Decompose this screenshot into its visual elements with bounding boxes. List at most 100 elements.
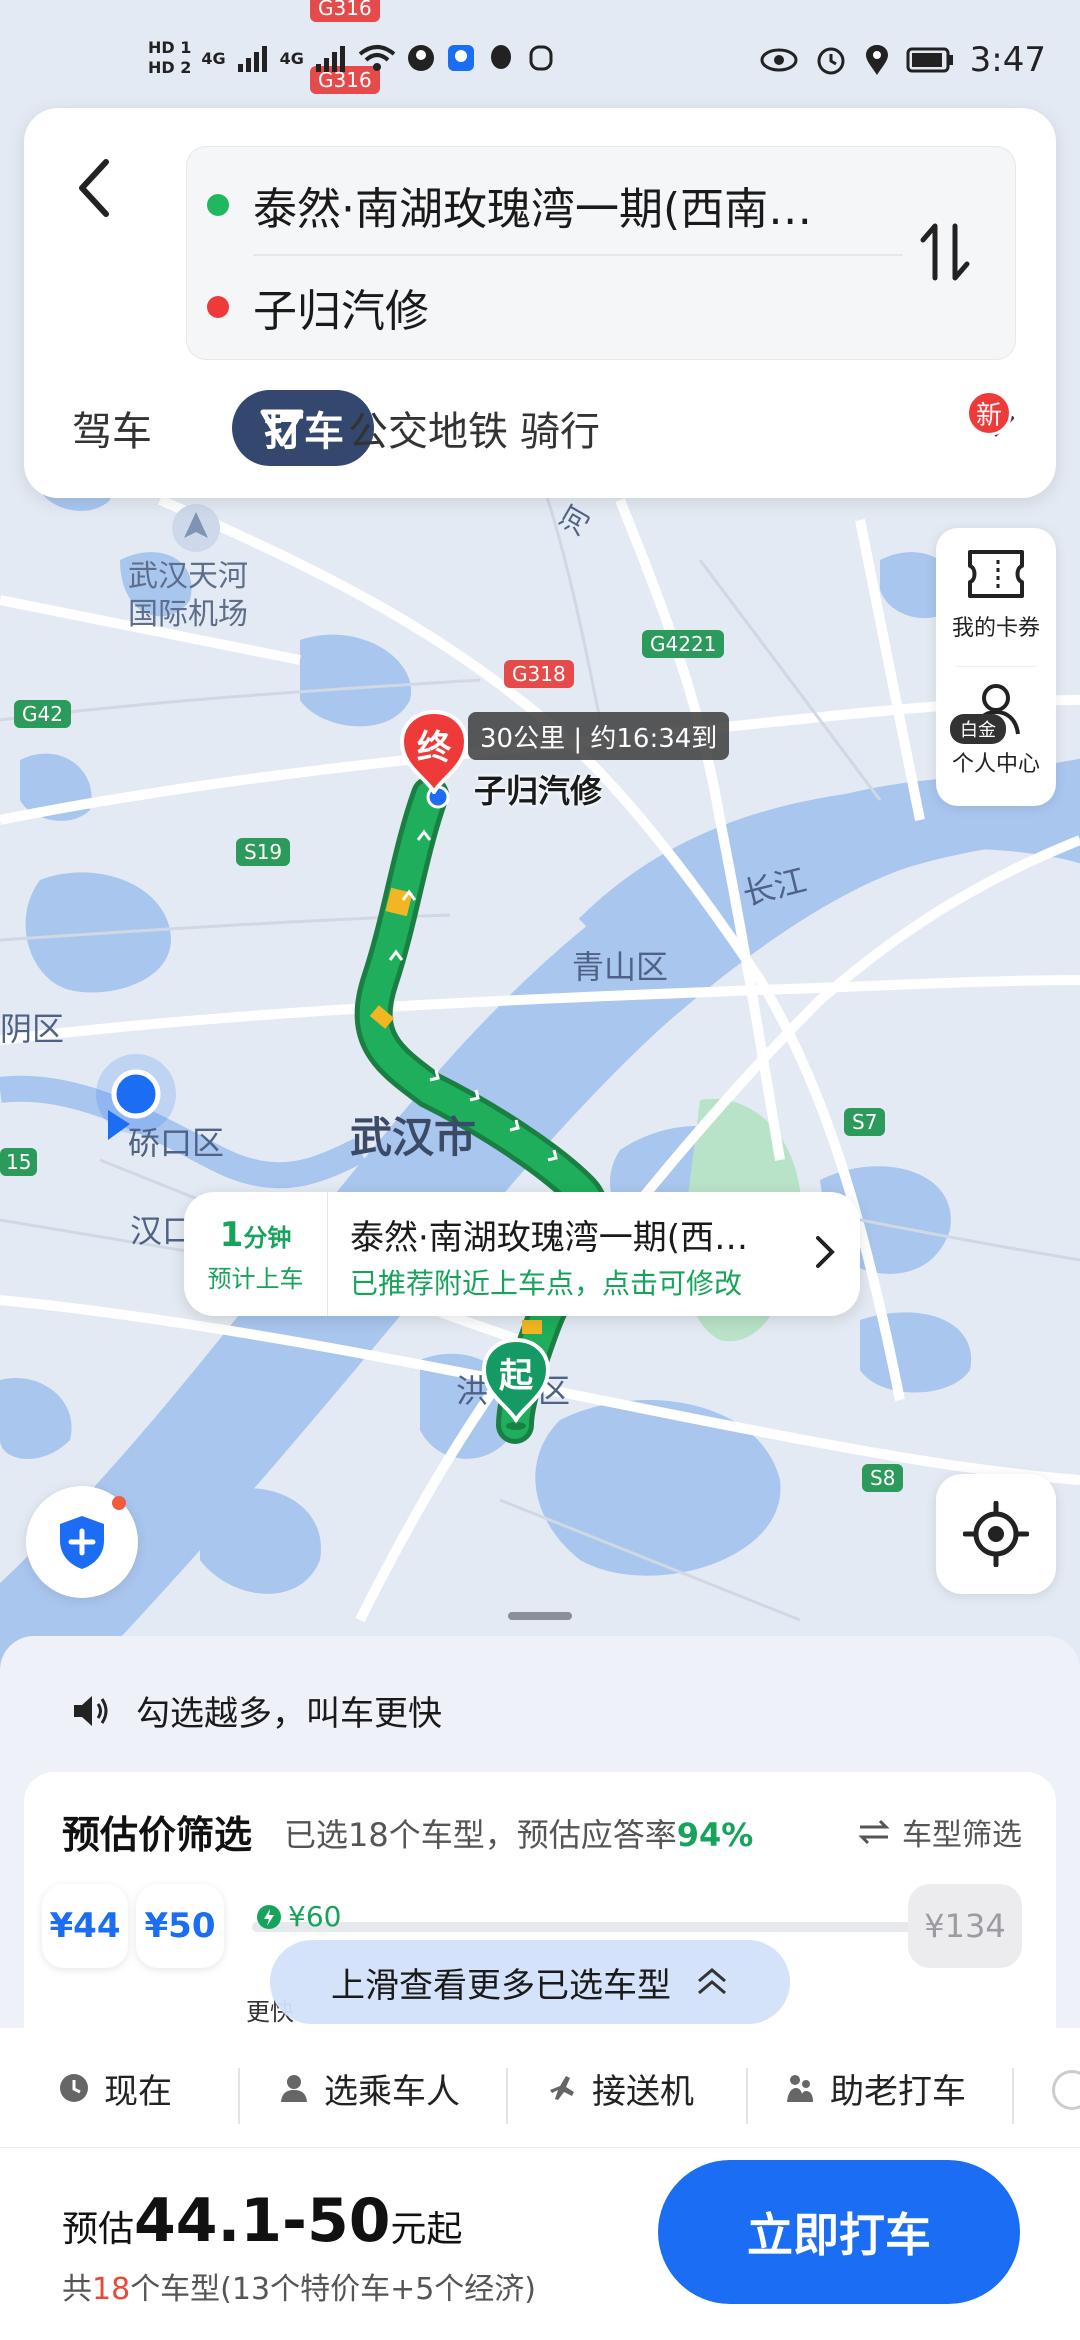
my-coupons-button[interactable]: 我的卡券 <box>936 546 1056 642</box>
call-car-button[interactable]: 立即打车 <box>658 2160 1020 2304</box>
origin-dot <box>207 194 229 216</box>
option-airport-label: 接送机 <box>592 2071 694 2112</box>
start-marker[interactable]: 起 <box>480 1336 552 1432</box>
locate-me-button[interactable] <box>936 1474 1056 1594</box>
clock-icon <box>60 2074 88 2102</box>
pickup-point-card[interactable]: 1分钟 预计上车 泰然·南湖玫瑰湾一期(西… 已推荐附近上车点，点击可修改 <box>184 1192 860 1316</box>
price-chip-50[interactable]: ¥50 <box>136 1884 224 1968</box>
ride-options-row: 现在 选乘车人 接送机 助老打车 <box>0 2028 1080 2148</box>
swipe-up-tip[interactable]: 上滑查看更多已选车型 <box>270 1940 790 2024</box>
option-passenger-label: 选乘车人 <box>324 2071 460 2112</box>
profile-button[interactable]: 个人中心 白金 <box>936 678 1056 778</box>
price-slider-track[interactable] <box>252 1922 912 1932</box>
eye-icon <box>760 48 798 72</box>
swap-icon <box>920 223 970 281</box>
airport-label: 武汉天河 国际机场 <box>128 558 248 634</box>
signal-icon <box>237 46 267 72</box>
chevron-left-icon <box>79 159 109 217</box>
estimate-range: 44.1-50 <box>134 2186 391 2256</box>
estimate-prefix: 预估 <box>62 2209 135 2250</box>
sheet-drag-handle[interactable] <box>508 1612 572 1620</box>
hand-status-icon <box>529 45 553 71</box>
hd1-label: HD 1 <box>148 38 192 57</box>
option-passenger[interactable]: 选乘车人 <box>278 2058 460 2118</box>
swap-route-button[interactable] <box>905 207 985 297</box>
origin-text: 泰然·南湖玫瑰湾一期(西南… <box>253 184 813 235</box>
profile-label: 个人中心 <box>951 752 1040 777</box>
price-chip-134[interactable]: ¥134 <box>908 1884 1022 1968</box>
alarm-icon <box>817 47 845 75</box>
my-coupons-label: 我的卡券 <box>951 616 1040 641</box>
airport-label-line1: 武汉天河 <box>128 559 248 594</box>
option-airport[interactable]: 接送机 <box>546 2058 694 2118</box>
lake <box>300 634 412 727</box>
option-divider <box>506 2068 508 2124</box>
double-chevron-up-icon <box>698 1968 726 1995</box>
airport-label-line2: 国际机场 <box>128 597 248 632</box>
clock: 3:47 <box>969 40 1046 80</box>
hd2-label: HD 2 <box>148 58 192 77</box>
plane-icon <box>550 2076 574 2100</box>
tip-text: 勾选越多，叫车更快 <box>136 1694 442 1734</box>
route-traffic-yellow <box>522 1320 542 1334</box>
bolt-icon <box>257 1904 281 1929</box>
price-filter-summary: 已选18个车型，预估应答率94% <box>284 1810 753 1856</box>
taxi-logo-icon <box>260 409 304 447</box>
option-divider <box>238 2068 240 2124</box>
road-shield-g4221: G4221 <box>642 630 725 658</box>
tab-drive[interactable]: 驾车 <box>72 390 152 466</box>
district-label-qiaokou: 硚口区 <box>128 1124 225 1162</box>
coupon-icon <box>968 550 1024 598</box>
car-type-filter-button[interactable]: 车型筛选 <box>858 1810 1022 1854</box>
price-filter-title: 预估价筛选 <box>62 1813 253 1857</box>
status-bar: HD 1 HD 2 4G 4G 3:47 <box>0 0 1080 120</box>
price-estimate: 预估44.1-50元起 <box>62 2186 462 2256</box>
route-input-box: 泰然·南湖玫瑰湾一期(西南… 子归汽修 <box>186 146 1016 360</box>
more-modes-button[interactable]: 新 <box>966 390 1026 456</box>
back-button[interactable] <box>64 148 124 228</box>
destination-marker[interactable]: 终 <box>398 708 470 794</box>
car-type-filter-label: 车型筛选 <box>902 1818 1022 1853</box>
pickup-minutes-unit: 分钟 <box>243 1223 292 1252</box>
option-time[interactable]: 现在 <box>58 2058 172 2118</box>
bulb-status-icon <box>447 45 474 71</box>
option-time-label: 现在 <box>104 2071 172 2112</box>
tip-row: 勾选越多，叫车更快 <box>70 1686 442 1735</box>
network-type-1: 4G <box>201 48 226 68</box>
route-planner-card: 泰然·南湖玫瑰湾一期(西南… 子归汽修 驾车 打车 公交地铁 骑行 新 <box>24 108 1056 498</box>
tab-bike[interactable]: 骑行 <box>520 390 600 466</box>
price-filter-summary-text: 已选18个车型，预估应答率 <box>284 1816 677 1854</box>
person-icon <box>281 2075 307 2102</box>
estimate-detail-post: 个车型(13个特价车+5个经济) <box>130 2272 536 2307</box>
notification-dot <box>112 1496 126 1510</box>
tab-transit[interactable]: 公交地铁 <box>348 390 508 466</box>
road-shield-15: 15 <box>0 1148 38 1176</box>
price-point-60[interactable]: ¥60 <box>256 1900 341 1933</box>
swap-horizontal-icon <box>858 1819 890 1845</box>
destination-field[interactable]: 子归汽修 <box>207 267 867 347</box>
status-left: HD 1 HD 2 4G 4G <box>148 38 556 78</box>
pickup-eta-label: 预计上车 <box>207 1264 304 1293</box>
airport-icon <box>172 504 220 552</box>
signal-icon <box>315 46 345 72</box>
price-chip-44[interactable]: ¥44 <box>42 1884 128 1968</box>
destination-text: 子归汽修 <box>253 286 429 337</box>
route-divider <box>253 254 903 256</box>
start-marker-text: 起 <box>499 1356 533 1396</box>
origin-field[interactable]: 泰然·南湖玫瑰湾一期(西南… <box>207 165 867 245</box>
estimate-detail-pre: 共 <box>62 2272 92 2307</box>
district-label-qingshan: 青山区 <box>572 948 669 986</box>
price-60-label: ¥60 <box>288 1900 342 1933</box>
safety-center-button[interactable] <box>26 1486 138 1598</box>
road-shield-g42: G42 <box>14 700 71 728</box>
option-divider <box>1012 2068 1014 2124</box>
crosshair-icon <box>963 1501 1029 1567</box>
road-shield-g318: G318 <box>504 660 574 688</box>
wifi-icon <box>358 45 396 71</box>
shield-plus-icon <box>60 1516 104 1569</box>
more-option-icon[interactable] <box>1052 2070 1080 2110</box>
destination-dot <box>207 296 229 318</box>
option-elderly[interactable]: 助老打车 <box>784 2058 966 2118</box>
estimate-suffix: 元起 <box>390 2209 463 2250</box>
chevron-right-icon <box>816 1236 835 1268</box>
